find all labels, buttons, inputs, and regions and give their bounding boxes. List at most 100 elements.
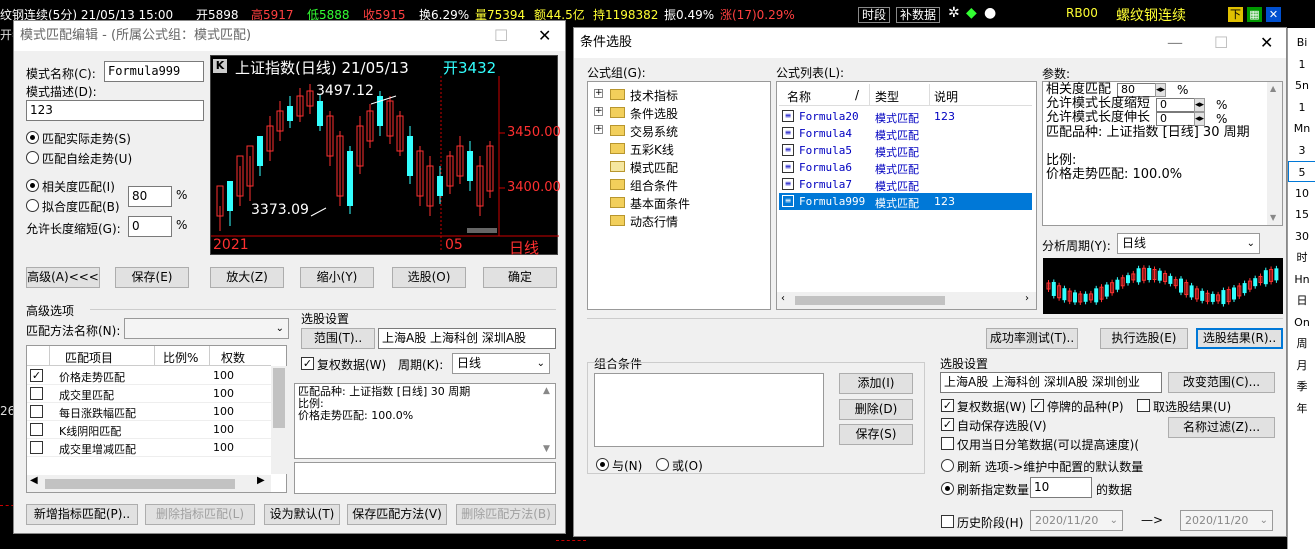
date-from-select[interactable]: 2020/11/20 ⌄ — [1030, 510, 1123, 531]
pick-result-checkbox[interactable] — [1137, 399, 1150, 412]
expand-icon[interactable]: + — [594, 107, 603, 116]
pattern-name-input[interactable]: Formula999 — [104, 61, 204, 82]
chevron-left-icon[interactable]: ‹ — [781, 293, 785, 304]
table-row[interactable]: ✓ 价格走势匹配 100 — [27, 367, 271, 385]
supplement-data-button[interactable]: 补数据 — [896, 7, 941, 23]
corr-match-radio[interactable] — [26, 179, 39, 192]
sidebar-period-item[interactable]: 月 — [1288, 355, 1315, 376]
down-button[interactable]: 下 — [1228, 7, 1243, 22]
auto-save-checkbox[interactable]: ✓ — [941, 418, 954, 431]
sidebar-period-item[interactable]: On — [1288, 312, 1315, 333]
column-header-desc[interactable]: 说明 — [934, 88, 958, 105]
or-radio[interactable] — [656, 458, 669, 471]
chevron-down-icon[interactable]: ▼ — [543, 444, 550, 454]
sidebar-period-item[interactable]: 1 — [1288, 54, 1315, 75]
analysis-period-select[interactable]: 日线 ⌄ — [1117, 233, 1260, 254]
list-item[interactable]: ≡ Formula4 模式匹配 — [779, 125, 1032, 142]
delete-button[interactable]: 删除(D) — [839, 399, 913, 420]
sidebar-period-item[interactable]: 15 — [1288, 204, 1315, 225]
tree-item[interactable]: + 技术指标 — [592, 86, 768, 104]
refresh-count-input[interactable]: 10 — [1030, 477, 1092, 498]
table-row[interactable]: 每日涨跌幅匹配 100 — [27, 403, 271, 421]
zoom-in-button[interactable]: 放大(Z) — [210, 267, 284, 288]
sidebar-period-item[interactable]: 年 — [1288, 398, 1315, 419]
sidebar-period-item[interactable]: 时 — [1288, 247, 1315, 268]
param-extend-input[interactable]: 0 — [1156, 112, 1196, 126]
sidebar-period-item[interactable]: 季 — [1288, 376, 1315, 397]
sidebar-period-item[interactable]: 5n — [1288, 75, 1315, 96]
horizontal-scrollbar[interactable]: ‹ › — [777, 292, 1036, 309]
tree-item[interactable]: 基本面条件 — [592, 194, 768, 212]
match-self-radio[interactable] — [26, 151, 39, 164]
sidebar-period-item[interactable]: 10 — [1288, 183, 1315, 204]
chevron-right-icon[interactable]: ▶ — [257, 475, 265, 486]
chevron-down-icon[interactable]: ▼ — [1270, 213, 1276, 222]
sidebar-period-item[interactable]: 周 — [1288, 333, 1315, 354]
circle-icon[interactable]: ● — [984, 5, 996, 21]
vertical-scrollbar[interactable]: ▲ ▼ — [1267, 82, 1282, 225]
spin-buttons[interactable]: ◂▸ — [1155, 83, 1167, 97]
save-button[interactable]: 保存(E) — [115, 267, 189, 288]
save-button[interactable]: 保存(S) — [839, 424, 913, 445]
range-button[interactable]: 范围(T).. — [301, 328, 375, 349]
tree-item[interactable]: 五彩K线 — [592, 140, 768, 158]
close-icon[interactable]: ✕ — [1260, 28, 1273, 58]
sidebar-period-item[interactable]: Bi — [1288, 32, 1315, 53]
minimize-icon[interactable]: — — [1167, 28, 1183, 58]
and-radio[interactable] — [596, 458, 609, 471]
refresh-default-radio[interactable] — [941, 459, 954, 472]
name-filter-button[interactable]: 名称过滤(Z)... — [1168, 417, 1275, 438]
execute-pick-button[interactable]: 执行选股(E) — [1100, 328, 1188, 349]
fit-match-radio[interactable] — [26, 199, 39, 212]
formula-group-tree[interactable]: + 技术指标 + 条件选股 + 交易系统 五彩K线 模式匹配 组合条件 基本面条件 动态行情 — [587, 81, 771, 310]
tree-item[interactable]: + 条件选股 — [592, 104, 768, 122]
spin-buttons[interactable]: ◂▸ — [1194, 112, 1206, 126]
add-button[interactable]: 添加(I) — [839, 373, 913, 394]
sidebar-period-item[interactable]: 日 — [1288, 290, 1315, 311]
row-checkbox[interactable]: ✓ — [30, 369, 43, 382]
period-button[interactable]: 时段 — [858, 7, 891, 23]
corr-value-input[interactable]: 80 — [128, 186, 172, 207]
suspended-checkbox[interactable]: ✓ — [1031, 399, 1044, 412]
scrollbar-thumb[interactable] — [273, 368, 285, 428]
tree-item[interactable]: 动态行情 — [592, 212, 768, 230]
column-header-name[interactable]: 名称 — [787, 88, 811, 105]
list-item[interactable]: ≡ Formula5 模式匹配 — [779, 142, 1032, 159]
row-checkbox[interactable] — [30, 387, 43, 400]
row-checkbox[interactable] — [30, 441, 43, 454]
success-rate-test-button[interactable]: 成功率测试(T).. — [986, 328, 1078, 349]
scrollbar-thumb[interactable] — [795, 296, 945, 305]
history-checkbox[interactable] — [941, 515, 954, 528]
table-row[interactable]: 成交里增减匹配 100 — [27, 439, 271, 457]
set-default-button[interactable]: 设为默认(T) — [264, 504, 340, 525]
tree-item[interactable]: 模式匹配 — [592, 158, 768, 176]
table-row[interactable]: K线阴阳匹配 100 — [27, 421, 271, 439]
today-tick-checkbox[interactable] — [941, 437, 954, 450]
gear-icon[interactable]: ✲ — [948, 5, 960, 21]
match-method-select[interactable]: ⌄ — [124, 318, 289, 339]
allow-shorten-input[interactable]: 0 — [128, 216, 172, 237]
vertical-scrollbar[interactable] — [271, 366, 287, 474]
sidebar-period-item[interactable]: 30 — [1288, 226, 1315, 247]
pattern-chart[interactable]: K 上证指数(日线) 21/05/13 开3432 3497.12 3373.0… — [210, 55, 561, 257]
param-shorten-input[interactable]: 0 — [1156, 98, 1196, 112]
expand-icon[interactable]: + — [594, 125, 603, 134]
adjusted-data-checkbox[interactable]: ✓ — [301, 357, 314, 370]
zoom-out-button[interactable]: 缩小(Y) — [300, 267, 374, 288]
sidebar-period-item[interactable]: 1 — [1288, 97, 1315, 118]
combo-condition-list[interactable] — [594, 373, 824, 447]
delete-match-method-button[interactable]: 删除匹配方法(B) — [456, 504, 556, 525]
param-corr-input[interactable]: 80 — [1117, 83, 1157, 97]
match-actual-radio[interactable] — [26, 131, 39, 144]
tree-item[interactable]: 组合条件 — [592, 176, 768, 194]
list-item[interactable]: ≡ Formula7 模式匹配 — [779, 176, 1032, 193]
close-icon[interactable]: ✕ — [538, 21, 551, 51]
chevron-right-icon[interactable]: › — [1025, 293, 1029, 304]
match-info-box[interactable]: 匹配品种: 上证指数 [日线] 30 周期 比例: 价格走势匹配: 100.0%… — [294, 383, 556, 459]
chevron-left-icon[interactable]: ◀ — [30, 475, 38, 486]
horizontal-scrollbar[interactable]: ◀ ▶ — [27, 475, 271, 492]
list-item[interactable]: ≡ Formula20 模式匹配 123 — [779, 108, 1032, 125]
spin-buttons[interactable]: ◂▸ — [1194, 98, 1206, 112]
row-checkbox[interactable] — [30, 405, 43, 418]
close-icon[interactable]: ✕ — [1266, 7, 1281, 22]
